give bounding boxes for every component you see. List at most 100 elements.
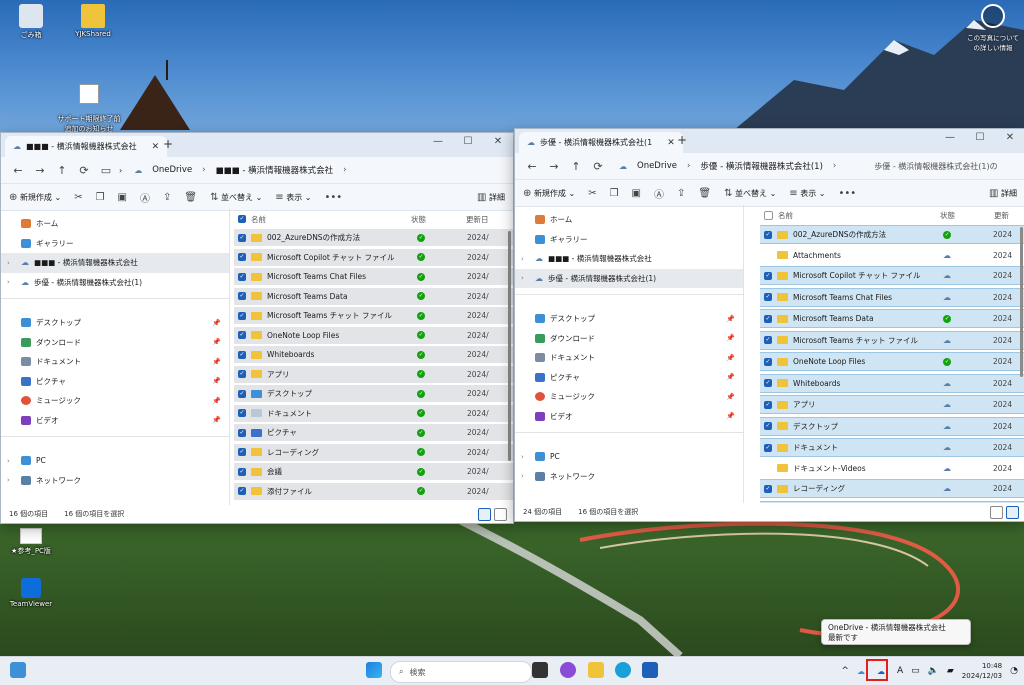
column-status[interactable]: 状態	[411, 214, 466, 225]
row-checkbox[interactable]: ✓	[764, 400, 772, 409]
table-row[interactable]: ✓ ピクチャ ✓ 2024/	[234, 424, 513, 441]
search-box[interactable]: 歩優 - 横浜情報機器株式会社(1)の	[874, 161, 1002, 172]
tab-left[interactable]: ☁ ■■■ - 横浜情報機器株式会社 ✕	[5, 136, 168, 157]
table-row[interactable]: ✓ Whiteboards ✓ 2024/	[234, 346, 513, 363]
desktop-icon-support-notice[interactable]: サポート期限終了前 追加のお知らせ	[54, 76, 124, 134]
pin-icon[interactable]: 📌	[212, 358, 221, 366]
desktop-icon-yjkshared[interactable]: YJKShared	[58, 4, 128, 38]
cut-icon[interactable]: ✂	[588, 188, 596, 199]
select-all-checkbox[interactable]: ✓	[238, 215, 246, 223]
nav-item-pc[interactable]: › PC	[515, 447, 743, 467]
table-row[interactable]: ✓ Microsoft Teams Chat Files ☁ 2024	[760, 287, 1024, 307]
row-checkbox[interactable]: ✓	[764, 336, 772, 344]
column-name[interactable]: 名前	[778, 210, 940, 221]
row-checkbox[interactable]: ✓	[238, 370, 246, 378]
sort-button[interactable]: ⇅ 並べ替え ⌄	[724, 188, 776, 199]
file-explorer-icon[interactable]	[588, 662, 604, 678]
row-checkbox[interactable]: ✓	[238, 448, 246, 456]
row-checkbox[interactable]: ✓	[238, 292, 246, 300]
ime-indicator[interactable]: A	[897, 666, 903, 676]
select-all-checkbox[interactable]	[764, 210, 773, 220]
nav-item-home[interactable]: ホーム	[515, 210, 743, 230]
edge-icon[interactable]	[615, 662, 631, 678]
nav-item-onedrive-1[interactable]: › ☁ ■■■ - 横浜情報機器株式会社	[1, 253, 229, 273]
table-row[interactable]: ✓ OneNote Loop Files ✓ 2024/	[234, 326, 513, 344]
volume-icon[interactable]: 🔈	[928, 666, 939, 676]
copilot-icon[interactable]	[560, 662, 576, 678]
row-checkbox[interactable]: ✓	[238, 389, 246, 398]
row-checkbox[interactable]: ✓	[764, 271, 772, 280]
new-tab-button[interactable]: +	[677, 133, 687, 147]
details-button[interactable]: ▥ 詳細	[477, 192, 505, 203]
nav-item-downloads[interactable]: ダウンロード 📌	[515, 329, 743, 349]
row-checkbox[interactable]: ✓	[238, 331, 246, 339]
cut-icon[interactable]: ✂	[74, 192, 82, 203]
share-icon[interactable]: ⇪	[677, 188, 685, 199]
pin-icon[interactable]: 📌	[726, 393, 735, 401]
rename-icon[interactable]: Ⓐ	[140, 190, 150, 205]
display-icon[interactable]: ▭	[911, 666, 920, 676]
table-row[interactable]: ✓ 添付ファイル ✓ 2024/	[234, 482, 513, 500]
notification-icon[interactable]: ◔	[1010, 666, 1018, 676]
table-row[interactable]: ✓ Microsoft Teams チャット ファイル ✓ 2024/	[234, 307, 513, 324]
nav-item-desktop[interactable]: デスクトップ 📌	[1, 313, 229, 333]
rename-icon[interactable]: Ⓐ	[654, 186, 664, 201]
column-date[interactable]: 更新	[994, 210, 1009, 221]
row-checkbox[interactable]: ✓	[764, 484, 772, 493]
pin-icon[interactable]: 📌	[212, 397, 221, 405]
paste-icon[interactable]: ▣	[632, 188, 641, 199]
table-row[interactable]: Attachments ☁ 2024	[760, 247, 1024, 264]
table-row[interactable]: ✓ ドキュメント ☁ 2024	[760, 438, 1024, 457]
up-button[interactable]: ↑	[53, 164, 71, 177]
nav-item-music[interactable]: ミュージック 📌	[515, 387, 743, 407]
monitor-icon[interactable]: ▭	[97, 164, 115, 177]
nav-item-documents[interactable]: ドキュメント 📌	[1, 352, 229, 372]
close-button[interactable]: ✕	[995, 129, 1024, 149]
more-icon[interactable]: •••	[838, 188, 856, 199]
pin-icon[interactable]: 📌	[212, 416, 221, 424]
details-button[interactable]: ▥ 詳細	[989, 188, 1017, 199]
row-checkbox[interactable]: ✓	[764, 443, 772, 452]
nav-item-pc[interactable]: › PC	[1, 451, 229, 471]
store-icon[interactable]	[642, 662, 658, 678]
battery-icon[interactable]: ▰	[947, 666, 954, 676]
nav-item-documents[interactable]: ドキュメント 📌	[515, 348, 743, 368]
desktop-icon-teamviewer[interactable]: TeamViewer	[0, 578, 66, 608]
nav-item-music[interactable]: ミュージック 📌	[1, 391, 229, 411]
nav-item-desktop[interactable]: デスクトップ 📌	[515, 309, 743, 329]
row-checkbox[interactable]: ✓	[764, 357, 772, 366]
nav-item-downloads[interactable]: ダウンロード 📌	[1, 333, 229, 353]
row-checkbox[interactable]: ✓	[238, 428, 246, 437]
view-button[interactable]: ≡ 表示 ⌄	[275, 192, 311, 203]
nav-item-videos[interactable]: ビデオ 📌	[515, 407, 743, 427]
table-row[interactable]: ✓ アプリ ✓ 2024/	[234, 365, 513, 383]
chevron-up-icon[interactable]: ^	[841, 666, 849, 676]
breadcrumb[interactable]: ☁ OneDrive › ■■■ - 横浜情報機器株式会社 ›	[134, 164, 346, 176]
table-row[interactable]: ✓ Microsoft Teams Data ✓ 2024	[760, 309, 1024, 328]
back-button[interactable]: ←	[9, 164, 27, 177]
clock[interactable]: 10:48 2024/12/03	[962, 661, 1002, 681]
details-view-icon[interactable]	[990, 506, 1003, 519]
table-row[interactable]: ✓ Microsoft Copilot チャット ファイル ✓ 2024/	[234, 248, 513, 266]
row-checkbox[interactable]: ✓	[238, 272, 246, 281]
table-row[interactable]: ✓ デスクトップ ✓ 2024/	[234, 385, 513, 402]
copy-icon[interactable]: ❐	[96, 192, 105, 203]
search-box[interactable]: ⌕ 検索	[390, 661, 532, 683]
more-icon[interactable]: •••	[324, 192, 342, 203]
table-row[interactable]: ドキュメント-Videos ☁ 2024	[760, 460, 1024, 477]
tiles-view-icon[interactable]	[494, 508, 507, 521]
minimize-button[interactable]: —	[935, 129, 965, 149]
maximize-button[interactable]: ☐	[965, 129, 995, 149]
minimize-button[interactable]: —	[423, 133, 453, 153]
table-row[interactable]: ✓ Microsoft Teams Data ✓ 2024/	[234, 287, 513, 305]
pin-icon[interactable]: 📌	[726, 354, 735, 362]
pin-icon[interactable]: 📌	[726, 315, 735, 323]
view-button[interactable]: ≡ 表示 ⌄	[789, 188, 825, 199]
table-row[interactable]: ✓ Microsoft Teams Chat Files ✓ 2024/	[234, 268, 513, 285]
maximize-button[interactable]: ☐	[453, 133, 483, 153]
delete-icon[interactable]: 🗑	[698, 188, 711, 199]
row-checkbox[interactable]: ✓	[764, 293, 772, 301]
nav-item-network[interactable]: › ネットワーク	[515, 467, 743, 487]
close-button[interactable]: ✕	[483, 133, 513, 153]
refresh-button[interactable]: ⟳	[75, 164, 93, 177]
